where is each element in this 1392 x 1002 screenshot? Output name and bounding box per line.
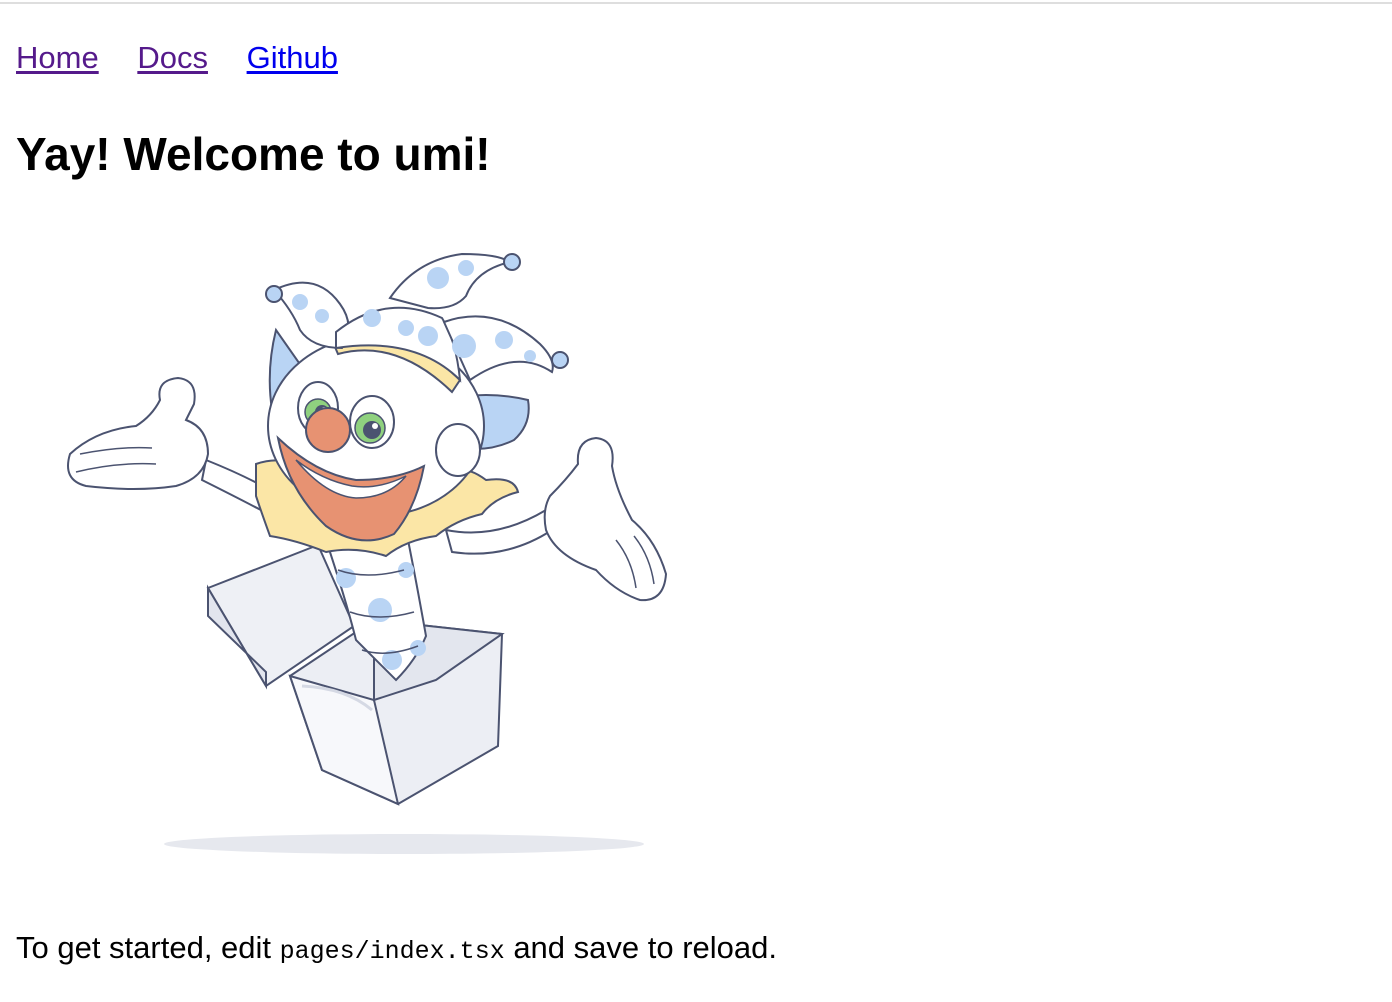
top-nav: Home Docs Github: [16, 38, 368, 78]
nav-link-github[interactable]: Github: [247, 40, 338, 75]
getting-started-text: To get started, edit pages/index.tsx and…: [16, 928, 777, 972]
ground-shadow: [164, 834, 644, 854]
right-glove: [543, 436, 668, 602]
hat-bell-right: [551, 351, 569, 369]
hat-bell-left: [265, 285, 283, 303]
jester-nose: [305, 407, 351, 453]
nav-link-home[interactable]: Home: [16, 40, 99, 75]
left-glove: [67, 376, 210, 490]
jester-icon: [67, 252, 668, 854]
nav-link-docs[interactable]: Docs: [137, 40, 208, 75]
hat-bell-top: [503, 253, 521, 271]
getting-started-suffix: and save to reload.: [504, 930, 777, 965]
page-title: Yay! Welcome to umi!: [16, 128, 491, 180]
top-divider: [0, 2, 1392, 4]
file-path-code: pages/index.tsx: [279, 937, 505, 966]
jester-in-box-illustration: [56, 240, 676, 860]
getting-started-prefix: To get started, edit: [16, 930, 280, 965]
